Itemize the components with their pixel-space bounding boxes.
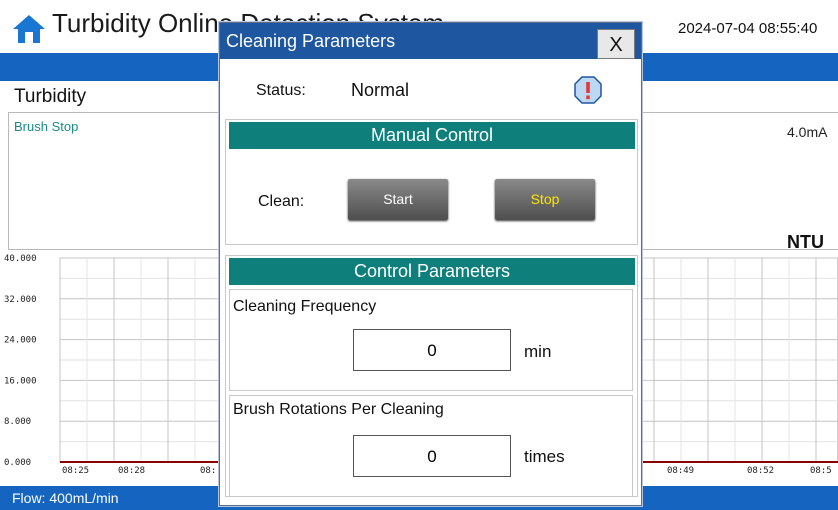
- status-label: Status:: [256, 82, 306, 99]
- frequency-input[interactable]: 0: [353, 329, 511, 371]
- y-tick-label: 40.000: [4, 254, 37, 264]
- stop-button[interactable]: Stop: [495, 179, 595, 220]
- y-tick-label: 24.000: [4, 336, 37, 346]
- close-button[interactable]: X: [597, 29, 635, 59]
- x-tick-label: 08:28: [118, 466, 145, 476]
- frequency-unit: min: [524, 342, 552, 361]
- datetime: 2024-07-04 08:55:40: [678, 20, 818, 37]
- clean-label: Clean:: [258, 193, 305, 210]
- start-button[interactable]: Start: [348, 179, 448, 220]
- y-tick-label: 8.000: [4, 417, 31, 427]
- status-value: Normal: [351, 80, 410, 100]
- home-icon[interactable]: [12, 14, 46, 44]
- y-tick-label: 32.000: [4, 295, 37, 305]
- x-tick-label: 08:5: [810, 466, 832, 476]
- section-title: Turbidity: [14, 86, 87, 107]
- control-parameters-header: Control Parameters: [229, 258, 635, 285]
- x-tick-label: 08:49: [667, 466, 694, 476]
- cleaning-parameters-dialog: Cleaning Parameters X Status: Normal Man…: [219, 22, 642, 506]
- manual-control-header: Manual Control: [229, 122, 635, 149]
- flow-readout: Flow: 400mL/min: [12, 490, 119, 506]
- current-output: 4.0mA: [787, 124, 828, 140]
- y-tick-label: 0.000: [4, 458, 31, 468]
- brush-status: Brush Stop: [14, 119, 79, 134]
- x-tick-label: 08:25: [62, 466, 89, 476]
- y-axis-ticks: 40.000 32.000 24.000 16.000 8.000 0.000: [4, 254, 37, 468]
- y-tick-label: 16.000: [4, 376, 37, 386]
- alert-icon[interactable]: [574, 76, 602, 104]
- dialog-title: Cleaning Parameters: [226, 31, 396, 51]
- frequency-label: Cleaning Frequency: [233, 298, 377, 315]
- rotations-unit: times: [524, 447, 565, 466]
- x-tick-label: 08:52: [747, 466, 774, 476]
- rotations-label: Brush Rotations Per Cleaning: [233, 401, 444, 418]
- rotations-input[interactable]: 0: [353, 435, 511, 477]
- x-tick-label: 08:: [200, 466, 216, 476]
